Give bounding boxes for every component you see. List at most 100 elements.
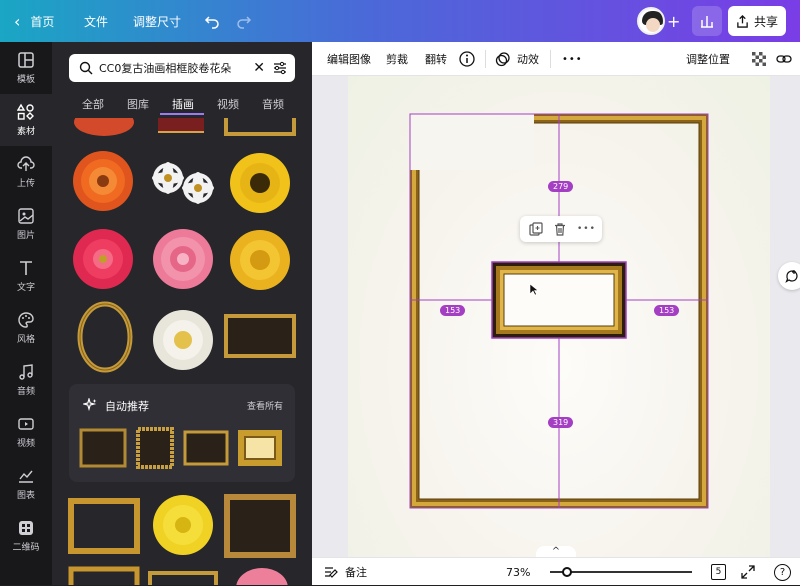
filter-icon[interactable]: [273, 61, 287, 75]
panel-tabs: 全部 图库 插画 视频 音频: [52, 94, 312, 116]
guide-label-left: 153: [440, 305, 466, 316]
fullscreen-button[interactable]: [741, 558, 755, 586]
rail-item-charts[interactable]: 图表: [0, 458, 52, 510]
rec-frame-2[interactable]: [135, 426, 175, 470]
trash-icon[interactable]: [553, 222, 567, 236]
share-button[interactable]: 共享: [728, 0, 786, 42]
tab-all[interactable]: 全部: [82, 96, 104, 112]
toolbar-divider: [485, 50, 486, 68]
search-input[interactable]: CC0复古油画相框胶卷花朵: [99, 60, 253, 76]
upload-icon: [17, 156, 35, 171]
thumb-white-daisies[interactable]: [148, 158, 220, 206]
tab-videos[interactable]: 视频: [217, 96, 239, 112]
rail-label: 音频: [16, 387, 35, 397]
share-upload-icon: [737, 14, 748, 28]
notes-button[interactable]: 备注: [324, 558, 367, 586]
design-page[interactable]: 279 153 153 319 •••: [348, 76, 770, 557]
insights-button[interactable]: [692, 0, 722, 42]
thumb-frame-partial[interactable]: [224, 110, 296, 138]
rail-item-photos[interactable]: 图片: [0, 198, 52, 250]
thumb-yellow-dahlia[interactable]: [148, 492, 218, 558]
thumb-red-dahlia[interactable]: [68, 226, 138, 292]
comment-button[interactable]: [778, 262, 800, 290]
rail-label: 视频: [16, 439, 35, 449]
undo-icon: [204, 16, 219, 29]
file-menu-button[interactable]: 文件: [84, 0, 108, 42]
rail-item-audio[interactable]: 音频: [0, 354, 52, 406]
crop-button[interactable]: 剪裁: [386, 42, 408, 76]
thumb-pink-rose[interactable]: [148, 226, 218, 292]
tab-illustrations[interactable]: 插画: [172, 96, 194, 112]
rail-item-styles[interactable]: 风格: [0, 302, 52, 354]
rail-item-text[interactable]: 文字: [0, 250, 52, 302]
page-count-button[interactable]: 5: [711, 558, 726, 586]
thumb-orange-zinnia[interactable]: [68, 148, 138, 214]
comment-add-icon: [785, 270, 798, 283]
flip-button[interactable]: 翻转: [425, 42, 447, 76]
guide-label-top: 279: [548, 181, 574, 192]
animate-icon: [495, 52, 510, 67]
top-bar: ‹ 首页 文件 调整尺寸 + 共享: [0, 0, 800, 42]
rail-item-video[interactable]: 视频: [0, 406, 52, 458]
thumb-oval-frame[interactable]: [76, 300, 134, 374]
thumb-yellow-gerbera[interactable]: [224, 152, 296, 214]
thumb-flower-partial[interactable]: [70, 108, 138, 138]
resize-button[interactable]: 调整尺寸: [133, 0, 181, 42]
thumb-yellow-rose[interactable]: [224, 228, 296, 292]
elements-panel: CC0复古油画相框胶卷花朵 ✕ 全部 图库 插画 视频 音频 自动推荐 查看所有: [52, 42, 312, 585]
rec-frame-3[interactable]: [183, 430, 229, 466]
thumb-gold-frame[interactable]: [224, 494, 296, 558]
duplicate-icon[interactable]: [529, 222, 543, 236]
chevron-left-icon: ‹: [14, 11, 21, 31]
rec-frame-1[interactable]: [79, 428, 127, 468]
context-more-button[interactable]: •••: [577, 224, 596, 234]
thumb-frame-partial-4[interactable]: [148, 570, 218, 585]
transparency-button[interactable]: [752, 42, 766, 76]
editor-toolbar: 编辑图像 剪裁 翻转 动效 ••• 调整位置: [312, 42, 800, 76]
auto-recommend-card: 自动推荐 查看所有: [69, 384, 295, 482]
rec-frame-4[interactable]: [236, 428, 284, 468]
thumb-flower-partial-2[interactable]: [152, 118, 210, 138]
rail-item-qrcode[interactable]: 二维码: [0, 510, 52, 562]
undo-button[interactable]: [204, 0, 220, 42]
thumb-white-lotus[interactable]: [148, 302, 218, 374]
bottom-bar: 备注 73% 5 ?: [312, 557, 800, 585]
zoom-value[interactable]: 73%: [506, 558, 530, 586]
link-icon: [776, 55, 792, 63]
tab-photos[interactable]: 图库: [127, 96, 149, 112]
thumb-pink-flower-partial[interactable]: [232, 566, 292, 585]
small-gold-frame: [491, 261, 627, 339]
transparency-icon: [752, 52, 766, 66]
left-rail: 模板 素材 上传 图片 文字 风格 音频 视频 图表 二维码: [0, 42, 52, 585]
zoom-slider-thumb[interactable]: [562, 567, 572, 577]
rail-item-elements[interactable]: 素材: [0, 94, 52, 146]
rail-item-upload[interactable]: 上传: [0, 146, 52, 198]
thumb-frame-partial-3[interactable]: [68, 566, 140, 585]
image-icon: [18, 208, 34, 224]
notes-icon: [325, 567, 338, 578]
avatar[interactable]: [637, 0, 665, 42]
zoom-slider[interactable]: [550, 567, 692, 577]
position-button[interactable]: 调整位置: [686, 42, 730, 76]
sparkle-icon: [83, 398, 97, 412]
rail-label: 图片: [16, 231, 35, 241]
back-home-button[interactable]: ‹ 首页: [14, 0, 54, 42]
invite-button[interactable]: +: [667, 0, 680, 42]
redo-button[interactable]: [236, 0, 252, 42]
tab-audio[interactable]: 音频: [262, 96, 284, 112]
more-options-button[interactable]: •••: [562, 42, 583, 76]
page-collapse-tab[interactable]: ^: [536, 546, 576, 557]
animate-button[interactable]: 动效: [495, 42, 539, 76]
clear-search-icon[interactable]: ✕: [253, 60, 265, 76]
music-icon: [19, 364, 33, 380]
see-all-link[interactable]: 查看所有: [247, 399, 283, 412]
link-button[interactable]: [776, 42, 792, 76]
thumb-rect-frame[interactable]: [224, 314, 296, 358]
help-button[interactable]: ?: [774, 558, 791, 586]
edit-image-button[interactable]: 编辑图像: [327, 42, 371, 76]
canvas-drawing: [409, 113, 709, 509]
rail-item-templates[interactable]: 模板: [0, 42, 52, 94]
search-box[interactable]: CC0复古油画相框胶卷花朵 ✕: [69, 54, 295, 82]
thumb-ornate-frame[interactable]: [68, 498, 140, 554]
info-button[interactable]: [459, 42, 475, 76]
